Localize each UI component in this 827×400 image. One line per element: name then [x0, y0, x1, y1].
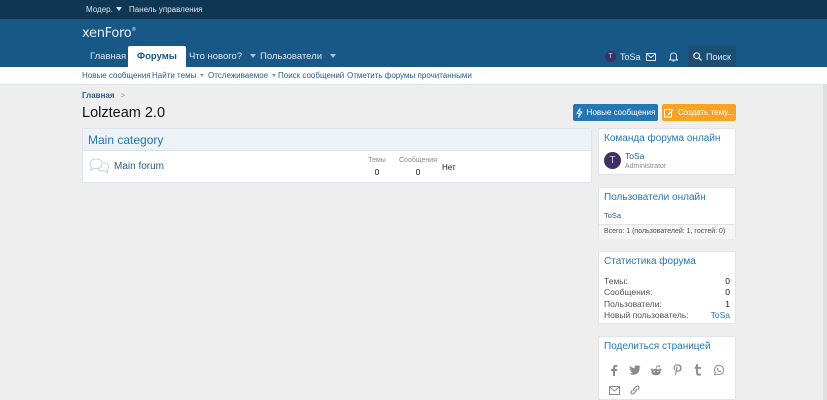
breadcrumb-home[interactable]: Главная: [82, 91, 115, 100]
chevron-down-icon: [200, 74, 205, 77]
stat-label: Новый пользователь:: [604, 310, 689, 320]
tab-forums-label: Форумы: [137, 51, 177, 62]
tab-members-label: Пользователи: [260, 51, 323, 62]
staff-online-widget: Команда форума онлайн T ToSa Administrat…: [598, 128, 736, 175]
twitter-icon[interactable]: [628, 363, 642, 377]
online-footer: Всего: 1 (пользователей: 1, гостей: 0): [599, 224, 735, 239]
stat-label: Темы:: [604, 276, 628, 286]
stat-value: 1: [725, 299, 730, 309]
bell-icon: [668, 51, 678, 61]
forum-title-link[interactable]: Main forum: [114, 161, 164, 172]
users-online-widget: Пользователи онлайн ToSa Всего: 1 (польз…: [598, 187, 736, 239]
posts-count: 0: [415, 167, 421, 177]
inbox-button[interactable]: [641, 46, 661, 67]
subnav-search-posts[interactable]: Поиск сообщений: [278, 67, 344, 84]
stat-label: Пользователи:: [604, 299, 662, 309]
latest-post: Нет: [442, 163, 456, 172]
share-page-widget: Поделиться страницей: [598, 336, 736, 400]
subnav-find-threads-label: Найти темы: [152, 71, 197, 80]
envelope-icon: [646, 52, 656, 61]
chevron-down-icon: [330, 54, 337, 58]
subnav-watched[interactable]: Отслеживаемое: [208, 67, 277, 84]
avatar[interactable]: T: [604, 152, 621, 169]
widget-title[interactable]: Пользователи онлайн: [604, 192, 706, 203]
pinterest-icon[interactable]: [670, 363, 684, 377]
tab-home[interactable]: Главная: [82, 46, 134, 67]
stat-label: Сообщения:: [604, 287, 653, 297]
subnav-watched-label: Отслеживаемое: [208, 71, 269, 80]
tab-forums[interactable]: Форумы: [128, 46, 186, 67]
subnav-new-posts[interactable]: Новые сообщения: [82, 67, 151, 84]
posts-label: Сообщения: [399, 157, 437, 164]
threads-count: 0: [374, 167, 380, 177]
stat-row-members: Пользователи: 1: [604, 299, 730, 310]
page-title: Lolzteam 2.0: [82, 105, 166, 121]
scrollbar-track[interactable]: [823, 85, 827, 400]
edit-icon: [663, 108, 674, 117]
create-thread-label: Создать тему...: [677, 108, 735, 117]
widget-title: Команда форума онлайн: [604, 133, 721, 144]
stat-row-threads: Темы: 0: [604, 276, 730, 287]
moderator-label: Модер.: [86, 5, 113, 14]
avatar: T: [605, 51, 616, 62]
category-title[interactable]: Main category: [88, 133, 163, 147]
stat-row-posts: Сообщения: 0: [604, 287, 730, 298]
site-header: xenForo® Главная Форумы Что нового? Поль…: [0, 19, 827, 67]
account-menu[interactable]: T ToSa: [598, 46, 641, 67]
reddit-icon[interactable]: [649, 363, 663, 377]
new-posts-label: Новые сообщения: [586, 108, 656, 117]
forum-list: Main category Main forum Темы 0 Сообщени…: [82, 128, 592, 183]
chevron-down-icon: [272, 74, 277, 77]
email-icon[interactable]: [607, 383, 621, 397]
facebook-icon[interactable]: [607, 363, 621, 377]
stat-value: 0: [725, 276, 730, 286]
tab-home-label: Главная: [90, 51, 127, 62]
staff-role: Administrator: [625, 163, 667, 170]
stat-row-latest-member: Новый пользователь: ToSa: [604, 310, 730, 321]
whatsapp-icon[interactable]: [712, 363, 726, 377]
widget-title: Поделиться страницей: [604, 341, 711, 352]
search-label: Поиск: [706, 51, 731, 62]
caret-down-icon: [115, 7, 122, 11]
staff-bar: Модер. Панель управления: [0, 0, 827, 19]
breadcrumb: Главная >: [82, 91, 125, 100]
stat-value: 0: [725, 287, 730, 297]
create-thread-button[interactable]: Создать тему...: [662, 104, 736, 121]
logo-text: xenForo: [82, 26, 132, 41]
tab-members[interactable]: Пользователи: [252, 46, 344, 67]
alerts-button[interactable]: [663, 46, 683, 67]
online-username[interactable]: ToSa: [604, 211, 621, 220]
admin-panel-link[interactable]: Панель управления: [129, 0, 203, 19]
tab-whats-new-label: Что нового?: [189, 51, 243, 62]
search-icon: [693, 52, 702, 61]
tumblr-icon[interactable]: [691, 363, 705, 377]
site-logo[interactable]: xenForo®: [82, 26, 136, 41]
latest-member-link[interactable]: ToSa: [711, 310, 730, 320]
bolt-icon: [575, 107, 583, 118]
staff-username[interactable]: ToSa: [625, 151, 644, 161]
online-total: Всего: 1 (пользователей: 1, гостей: 0): [604, 228, 726, 235]
account-username: ToSa: [620, 51, 641, 62]
subnav-mark-read[interactable]: Отметить форумы прочитанными: [347, 67, 472, 84]
breadcrumb-separator: >: [120, 91, 126, 100]
widget-title: Статистика форума: [604, 256, 696, 267]
sub-navigation: Новые сообщения Найти темы Отслеживаемое…: [0, 67, 827, 85]
threads-label: Темы: [368, 157, 386, 164]
link-icon[interactable]: [628, 383, 642, 397]
new-posts-button[interactable]: Новые сообщения: [573, 104, 658, 121]
forum-icon: [88, 157, 110, 179]
category-header: Main category: [83, 129, 591, 151]
forum-stats-widget: Статистика форума Темы: 0 Сообщения: 0 П…: [598, 251, 736, 324]
moderator-menu[interactable]: Модер.: [86, 0, 122, 19]
search-button[interactable]: Поиск: [688, 46, 736, 67]
logo-mark: ®: [131, 27, 137, 33]
subnav-find-threads[interactable]: Найти темы: [152, 67, 205, 84]
